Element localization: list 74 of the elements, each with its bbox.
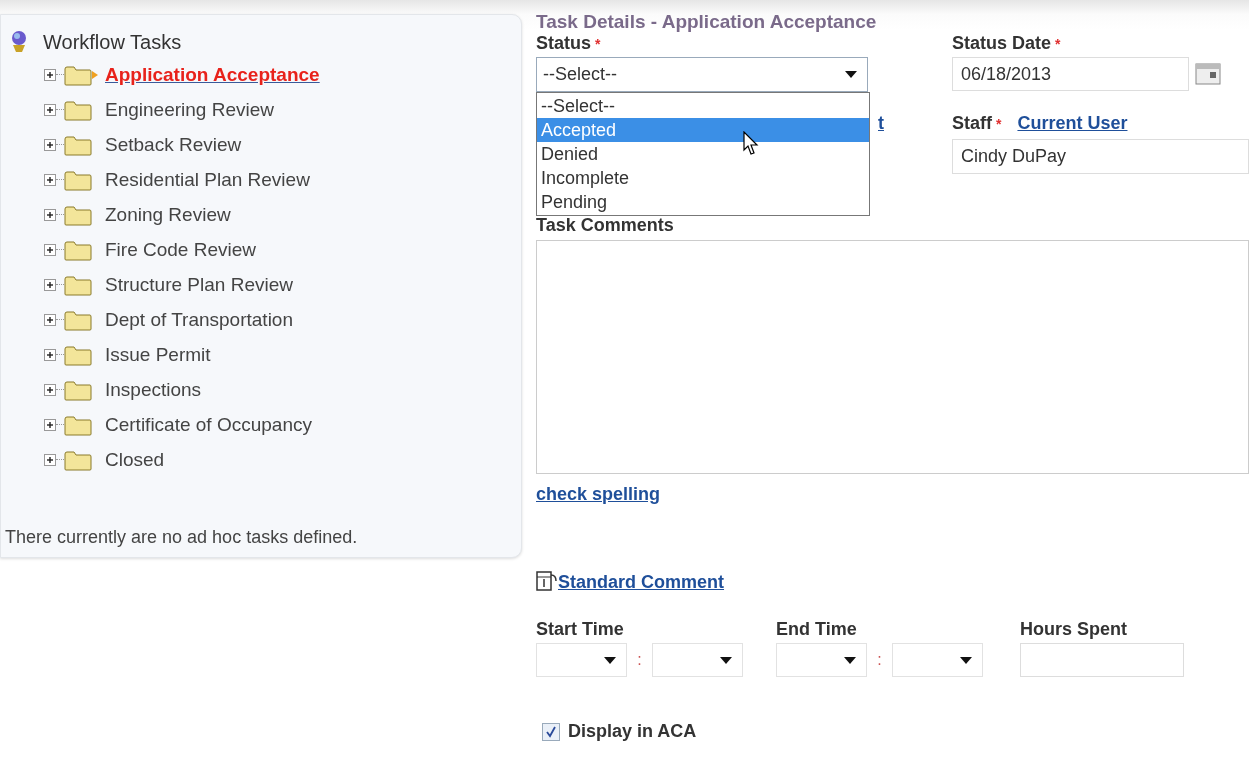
link[interactable]: t [878, 113, 884, 174]
date-field[interactable]: 06/18/2013 [952, 57, 1189, 91]
field-label: Staff [952, 113, 992, 134]
expand-icon[interactable] [44, 383, 56, 396]
dropdown-option[interactable]: --Select-- [537, 94, 869, 118]
task-link[interactable]: Closed [105, 448, 165, 471]
task-link[interactable]: Residential Plan Review [105, 168, 310, 191]
field-label: Task Comments [536, 218, 675, 236]
task-link[interactable]: Setback Review [105, 133, 242, 156]
field-label: End Time [776, 619, 858, 640]
check-spelling-link[interactable]: check spelling [536, 484, 661, 505]
caret-icon [845, 71, 857, 78]
caret-icon [720, 656, 732, 664]
expand-icon[interactable] [44, 103, 56, 116]
checkbox-label: Display in ACA [568, 721, 697, 742]
task-link[interactable]: Inspections [105, 378, 202, 401]
folder-icon [64, 308, 92, 331]
hours-field[interactable] [1020, 643, 1184, 677]
dropdown-option[interactable]: Denied [537, 142, 869, 166]
dropdown-option[interactable]: Incomplete [537, 166, 869, 190]
globe-icon [9, 30, 29, 54]
folder-icon [64, 343, 92, 366]
folder-icon [64, 98, 92, 121]
folder-icon [64, 238, 92, 261]
field-label: Hours Spent [1020, 619, 1128, 640]
task-link[interactable]: Application Acceptance [105, 63, 320, 86]
field-label: Status [536, 33, 591, 54]
caret-icon [960, 656, 972, 664]
task-link[interactable]: Structure Plan Review [105, 273, 293, 296]
task-link[interactable]: Zoning Review [105, 203, 231, 226]
dropdown-option[interactable]: Pending [537, 190, 869, 214]
expand-icon[interactable] [44, 453, 56, 466]
caret-icon [844, 656, 856, 664]
cursor-icon [742, 131, 760, 157]
required-mark: * [996, 116, 1002, 132]
expand-icon[interactable] [44, 348, 56, 361]
separator: : [636, 651, 643, 669]
field-label: Start Time [536, 619, 625, 640]
staff-field[interactable]: Cindy DuPay [952, 139, 1249, 174]
required-mark: * [595, 36, 601, 52]
expand-icon[interactable] [44, 418, 56, 431]
task-link[interactable]: Dept of Transportation [105, 308, 293, 331]
task-link[interactable]: Fire Code Review [105, 238, 256, 261]
info-text: There currently are no ad hoc tasks defined. [4, 527, 359, 548]
required-mark: * [1055, 36, 1061, 52]
calendar-icon [1195, 63, 1221, 85]
folder-icon [64, 273, 92, 296]
expand-icon[interactable] [44, 313, 56, 326]
expand-icon[interactable] [44, 243, 56, 256]
status-dropdown[interactable]: --Select-- [536, 57, 868, 92]
expand-icon[interactable] [44, 68, 56, 81]
task-link[interactable]: Certificate of Occupancy [105, 413, 312, 436]
separator: : [876, 651, 883, 669]
current-user-link[interactable]: Current User [1017, 113, 1128, 134]
folder-icon [64, 63, 92, 86]
caret-icon [604, 656, 616, 664]
field-label: Status Date [952, 33, 1052, 54]
checkbox[interactable] [542, 722, 560, 741]
folder-icon [64, 413, 92, 436]
folder-icon [64, 448, 92, 471]
task-link[interactable]: Engineering Review [105, 98, 274, 121]
document-icon [536, 569, 558, 593]
folder-icon [64, 378, 92, 401]
expand-icon[interactable] [44, 208, 56, 221]
expand-icon[interactable] [44, 173, 56, 186]
expand-icon[interactable] [44, 278, 56, 291]
standard-comment-link[interactable]: Standard Comment [558, 572, 725, 593]
folder-icon [64, 203, 92, 226]
folder-icon [64, 133, 92, 156]
section-title: Task Details - Application Acceptance [536, 11, 878, 33]
panel-title: Workflow Tasks [43, 30, 182, 54]
folder-icon [64, 168, 92, 191]
task-link[interactable]: Issue Permit [105, 343, 211, 366]
expand-icon[interactable] [44, 138, 56, 151]
